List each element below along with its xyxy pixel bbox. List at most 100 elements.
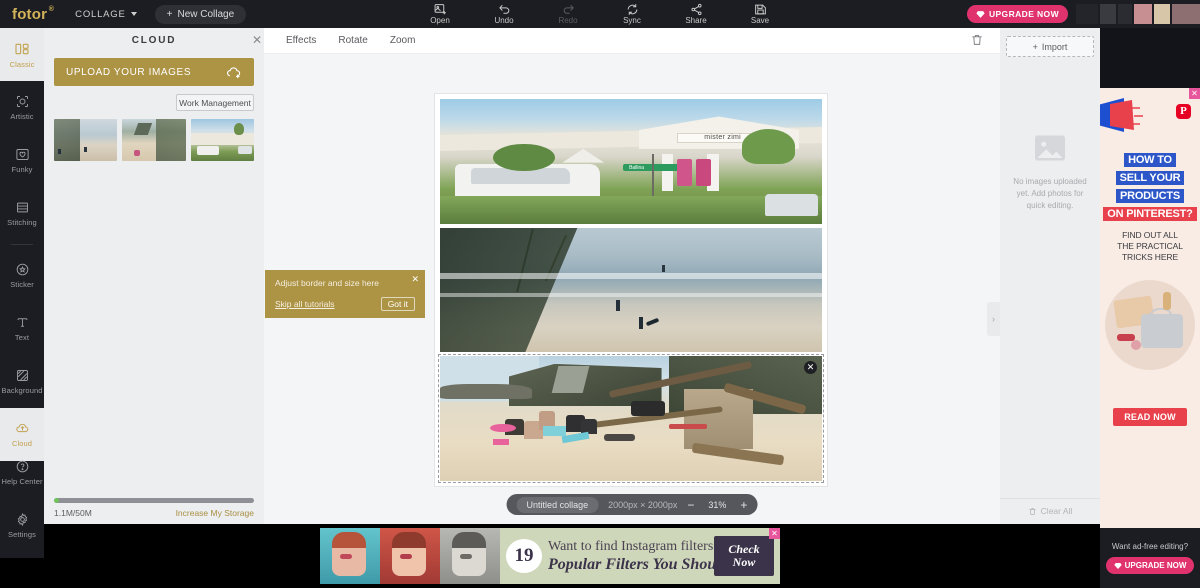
import-label: Import [1041, 41, 1068, 52]
tab-rotate[interactable]: Rotate [338, 35, 367, 46]
mode-dropdown[interactable]: COLLAGE [75, 8, 137, 20]
close-icon[interactable]: ✕ [250, 33, 264, 47]
image-placeholder-icon [1035, 135, 1065, 161]
quick-import-panel: + Import No images uploaded yet. Add pho… [1000, 28, 1100, 524]
collage-cell-storefront[interactable]: mister zimi Ballina [440, 99, 822, 224]
toolbar-sync-label: Sync [623, 16, 641, 25]
sidebar-item-help-label: Help Center [1, 477, 43, 486]
fotor-logo[interactable]: fotor ® [12, 6, 54, 23]
sidebar-item-background-label: Background [1, 386, 43, 395]
plus-icon: + [166, 8, 173, 20]
collage-cell-surfers[interactable] [440, 227, 822, 353]
toolbar-share[interactable]: Share [675, 2, 717, 26]
toolbar-open[interactable]: Open [419, 2, 461, 26]
check-now-line-2: Now [732, 555, 756, 569]
sidebar-item-classic-label: Classic [9, 59, 35, 69]
tab-effects[interactable]: Effects [286, 35, 316, 46]
left-sidebar: Classic Artistic Funky Stitching Sticker… [0, 28, 44, 558]
cloud-panel: CLOUD ✕ UPLOAD YOUR IMAGES Work Manageme… [44, 28, 264, 524]
collage-name-label: Untitled collage [526, 499, 589, 510]
tab-effects-label: Effects [286, 35, 317, 46]
sidebar-item-sticker[interactable]: Sticker [0, 249, 44, 302]
collage-cell-beach-picnic[interactable]: ✕ [438, 354, 824, 484]
got-it-button[interactable]: Got it [380, 297, 415, 311]
trash-icon [1029, 507, 1036, 515]
diamond-icon [976, 10, 985, 18]
toolbar-undo-label: Undo [494, 16, 514, 25]
ad-free-upgrade-button[interactable]: UPGRADE NOW [1105, 557, 1195, 574]
sidebar-item-classic[interactable]: Classic [0, 28, 44, 81]
sidebar-item-artistic[interactable]: Artistic [0, 81, 44, 134]
close-icon[interactable]: ✕ [411, 274, 419, 285]
collage-name-field[interactable]: Untitled collage [516, 496, 599, 513]
zoom-in-button[interactable]: + [740, 499, 747, 511]
funky-heart-icon [15, 149, 29, 160]
sticker-star-icon [16, 263, 28, 276]
toolbar-redo-label: Redo [558, 16, 578, 25]
close-icon[interactable]: ✕ [1189, 88, 1200, 99]
ad-subline-3: TRICKS HERE [1121, 252, 1179, 262]
classic-grid-icon [15, 43, 29, 54]
read-now-button[interactable]: READ NOW [1113, 408, 1187, 426]
sidebar-item-settings[interactable]: Settings [0, 499, 44, 552]
ad-free-upgrade-label: UPGRADE NOW [1124, 561, 1187, 570]
close-icon[interactable]: ✕ [769, 528, 780, 539]
sidebar-item-help-center[interactable]: Help Center [0, 446, 44, 499]
check-now-button[interactable]: Check Now [714, 536, 774, 576]
upload-button-label: UPLOAD YOUR IMAGES [66, 66, 192, 78]
fotor-collage-app: fotor ® COLLAGE + New Collage Open Undo R… [0, 0, 1200, 588]
megaphone-icon [1100, 98, 1143, 132]
import-button[interactable]: + Import [1006, 36, 1094, 57]
ad-headline-1: HOW TO [1124, 153, 1176, 167]
empty-state-message: No images uploaded yet. Add photos for q… [1013, 177, 1087, 210]
sidebar-item-stitching[interactable]: Stitching [0, 187, 44, 240]
storage-section: 1.1M/50M Increase My Storage [44, 498, 264, 518]
instagram-filters-ad[interactable]: ✕ 19 Want to find Instagram filters onli [320, 528, 780, 584]
new-collage-button[interactable]: + New Collage [154, 4, 247, 24]
work-management-button[interactable]: Work Management [176, 94, 254, 111]
top-bar: fotor ® COLLAGE + New Collage Open Undo R… [0, 0, 1200, 28]
pinterest-icon: P [1176, 104, 1191, 119]
ad-free-promo: Want ad-free editing? UPGRADE NOW [1100, 528, 1200, 588]
tutorial-message: Adjust border and size here [275, 278, 379, 288]
clear-all-button[interactable]: Clear All [1000, 498, 1100, 516]
plus-icon: + [1032, 41, 1038, 52]
tab-zoom[interactable]: Zoom [390, 35, 416, 46]
sidebar-item-background[interactable]: Background [0, 355, 44, 408]
ad-frame-mono [440, 528, 500, 584]
read-now-label: READ NOW [1124, 412, 1176, 422]
toolbar-undo[interactable]: Undo [483, 2, 525, 26]
collage-canvas[interactable]: mister zimi Ballina ✕ [435, 94, 827, 486]
tutorial-tooltip: ✕ Adjust border and size here Skip all t… [265, 270, 425, 318]
skip-all-tutorials-link[interactable]: Skip all tutorials [275, 299, 335, 309]
increase-storage-link[interactable]: Increase My Storage [176, 508, 254, 518]
thumbnail-mister-zimi-storefront[interactable] [190, 119, 254, 161]
logo-registered: ® [48, 5, 55, 13]
toolbar-save[interactable]: Save [739, 2, 781, 26]
toolbar-redo[interactable]: Redo [547, 2, 589, 26]
sidebar-item-funky[interactable]: Funky [0, 134, 44, 187]
chevron-right-icon: › [992, 314, 995, 324]
mode-dropdown-label: COLLAGE [75, 8, 126, 20]
pinterest-ad[interactable]: ✕ P HOW TO SELL YOUR PRODUCTS ON PINTERE… [1100, 88, 1200, 528]
panel-collapse-toggle[interactable]: › [987, 302, 1000, 336]
trash-icon[interactable] [970, 33, 986, 49]
stitching-rows-icon [16, 202, 28, 213]
sidebar-item-text[interactable]: Text [0, 302, 44, 355]
cloud-panel-header: CLOUD ✕ [44, 28, 264, 52]
ad-free-question: Want ad-free editing? [1111, 542, 1189, 551]
toolbar-sync[interactable]: Sync [611, 2, 653, 26]
thumbnail-beach-driftwood[interactable] [122, 119, 186, 161]
clear-all-label: Clear All [1040, 506, 1073, 516]
sidebar-item-sticker-label: Sticker [10, 280, 34, 289]
sidebar-item-settings-label: Settings [8, 530, 36, 539]
editor-tab-bar: Effects Rotate Zoom [264, 28, 1000, 54]
sidebar-item-stitching-label: Stitching [7, 218, 37, 227]
thumbnail-beach-surfers[interactable] [54, 119, 118, 161]
ad-headline-4: ON PINTEREST? [1103, 207, 1197, 221]
help-question-icon [16, 460, 28, 473]
toolbar-open-label: Open [430, 16, 450, 25]
zoom-out-button[interactable]: − [687, 499, 694, 511]
upload-your-images-button[interactable]: UPLOAD YOUR IMAGES [54, 58, 254, 86]
upgrade-now-button[interactable]: UPGRADE NOW [966, 5, 1068, 23]
